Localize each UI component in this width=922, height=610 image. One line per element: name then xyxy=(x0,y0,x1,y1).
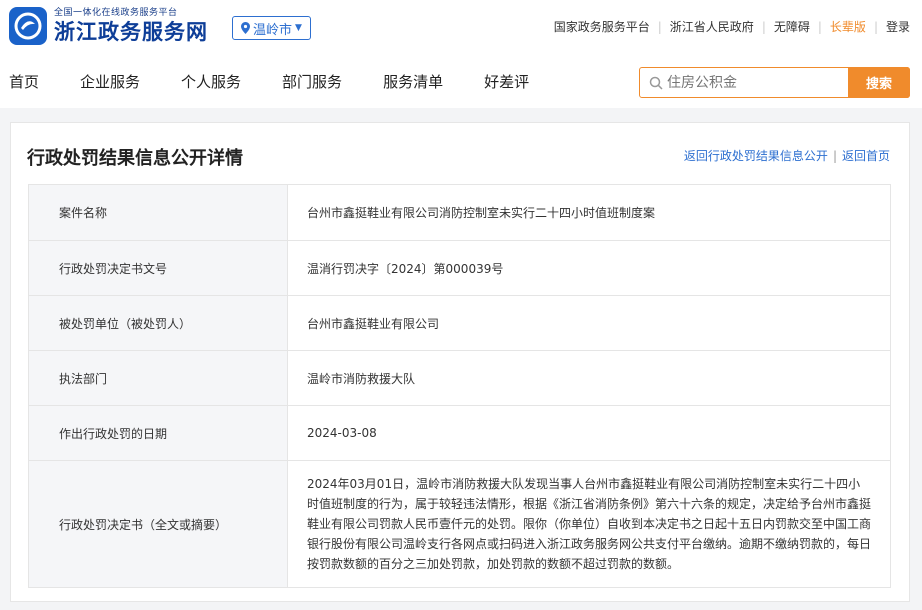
row-label: 被处罚单位（被处罚人） xyxy=(28,295,288,351)
location-pin-icon xyxy=(241,22,250,34)
row-label: 行政处罚决定书文号 xyxy=(28,240,288,296)
row-value: 台州市鑫挺鞋业有限公司 xyxy=(287,295,891,351)
nav-enterprise[interactable]: 企业服务 xyxy=(80,71,140,92)
row-value: 温岭市消防救援大队 xyxy=(287,350,891,406)
page-title: 行政处罚结果信息公开详情 xyxy=(27,148,243,169)
back-to-list-link[interactable]: 返回行政处罚结果信息公开 xyxy=(684,149,828,163)
link-accessibility[interactable]: 无障碍 xyxy=(774,18,810,35)
logo-title: 浙江政务服务网 xyxy=(54,18,208,44)
search-box: 搜索 xyxy=(639,67,910,98)
table-row: 行政处罚决定书（全文或摘要） 2024年03月01日，温岭市消防救援大队发现当事… xyxy=(28,460,891,588)
row-label: 案件名称 xyxy=(28,184,288,241)
search-icon xyxy=(649,76,663,90)
city-name: 温岭市 xyxy=(253,22,293,38)
link-login[interactable]: 登录 xyxy=(886,18,910,35)
row-value: 台州市鑫挺鞋业有限公司消防控制室未实行二十四小时值班制度案 xyxy=(287,184,891,241)
caret-down-icon: ▼ xyxy=(295,23,302,33)
nav-rating[interactable]: 好差评 xyxy=(484,71,529,92)
row-label: 作出行政处罚的日期 xyxy=(28,405,288,461)
logo-mark-icon xyxy=(9,7,47,45)
site-header: 全国一体化在线政务服务平台 浙江政务服务网 温岭市 ▼ 国家政务服务平台 | 浙… xyxy=(0,0,922,108)
detail-card: 行政处罚结果信息公开详情 返回行政处罚结果信息公开 | 返回首页 案件名称 台州市鑫… xyxy=(10,122,910,602)
city-selector[interactable]: 温岭市 ▼ xyxy=(232,16,311,40)
link-national-platform[interactable]: 国家政务服务平台 xyxy=(554,18,650,35)
table-row: 作出行政处罚的日期 2024-03-08 xyxy=(28,405,891,461)
nav-service-list[interactable]: 服务清单 xyxy=(383,71,443,92)
link-zhejiang-gov[interactable]: 浙江省人民政府 xyxy=(670,18,754,35)
top-links: 国家政务服务平台 | 浙江省人民政府 | 无障碍 | 长辈版 | 登录 xyxy=(553,18,910,35)
row-value: 2024年03月01日，温岭市消防救援大队发现当事人台州市鑫挺鞋业有限公司消防控… xyxy=(287,460,891,588)
nav-personal[interactable]: 个人服务 xyxy=(181,71,241,92)
back-to-home-link[interactable]: 返回首页 xyxy=(842,149,890,163)
nav-home[interactable]: 首页 xyxy=(9,71,39,92)
table-row: 案件名称 台州市鑫挺鞋业有限公司消防控制室未实行二十四小时值班制度案 xyxy=(28,184,891,241)
search-button[interactable]: 搜索 xyxy=(848,67,910,98)
site-logo[interactable]: 全国一体化在线政务服务平台 浙江政务服务网 xyxy=(9,7,208,45)
table-row: 行政处罚决定书文号 温消行罚决字〔2024〕第000039号 xyxy=(28,240,891,296)
back-links: 返回行政处罚结果信息公开 | 返回首页 xyxy=(683,149,890,163)
row-label: 执法部门 xyxy=(28,350,288,406)
row-label: 行政处罚决定书（全文或摘要） xyxy=(28,460,288,588)
main-nav: 首页 企业服务 个人服务 部门服务 服务清单 好差评 xyxy=(9,71,570,92)
row-value: 2024-03-08 xyxy=(287,405,891,461)
link-elder-mode[interactable]: 长辈版 xyxy=(830,18,866,35)
detail-table: 案件名称 台州市鑫挺鞋业有限公司消防控制室未实行二十四小时值班制度案 行政处罚决… xyxy=(28,184,891,588)
search-input[interactable] xyxy=(667,68,847,97)
logo-subtitle: 全国一体化在线政务服务平台 xyxy=(54,7,178,18)
table-row: 执法部门 温岭市消防救援大队 xyxy=(28,350,891,406)
row-value: 温消行罚决字〔2024〕第000039号 xyxy=(287,240,891,296)
nav-department[interactable]: 部门服务 xyxy=(282,71,342,92)
table-row: 被处罚单位（被处罚人） 台州市鑫挺鞋业有限公司 xyxy=(28,295,891,351)
